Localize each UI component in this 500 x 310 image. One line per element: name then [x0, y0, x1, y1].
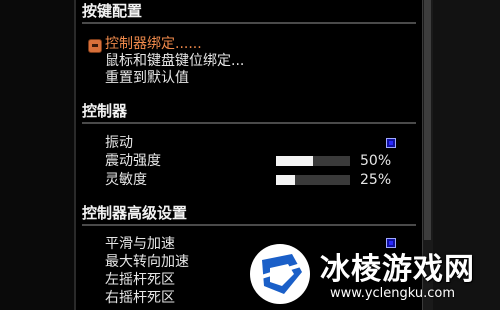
vibration-strength-fill	[276, 156, 313, 166]
section-header-controller: 控制器	[82, 100, 416, 124]
setting-label-sensitivity[interactable]: 灵敏度	[105, 171, 147, 189]
sensitivity-value: 25%	[360, 172, 392, 188]
menu-item-controller-binding[interactable]: 控制器绑定......	[105, 35, 202, 53]
setting-label-right-deadzone[interactable]: 右摇杆死区	[105, 289, 175, 307]
menu-item-reset-defaults[interactable]: 重置到默认值	[105, 69, 189, 87]
setting-label-smoothing[interactable]: 平滑与加速	[105, 235, 175, 253]
setting-label-vibration[interactable]: 振动	[105, 134, 133, 152]
scrollbar-thumb[interactable]	[424, 0, 431, 240]
watermark-logo-icon	[250, 244, 310, 304]
section-header-advanced: 控制器高级设置	[82, 202, 416, 226]
sensitivity-slider[interactable]	[276, 175, 350, 185]
vibration-toggle[interactable]	[386, 138, 396, 148]
watermark-title: 冰棱游戏网	[320, 252, 475, 287]
section-header-keybind: 按键配置	[82, 0, 416, 24]
sensitivity-fill	[276, 175, 295, 185]
vibration-strength-value: 50%	[360, 153, 392, 169]
setting-label-left-deadzone[interactable]: 左摇杆死区	[105, 271, 175, 289]
setting-label-max-turn-accel[interactable]: 最大转向加速	[105, 253, 189, 271]
watermark-url: www.yclengku.com	[330, 286, 456, 301]
menu-item-mouse-keyboard-binding[interactable]: 鼠标和键盘键位绑定...	[105, 52, 244, 70]
watermark: 冰棱游戏网 www.yclengku.com	[244, 238, 500, 310]
setting-label-vibration-strength[interactable]: 震动强度	[105, 152, 161, 170]
selection-marker-icon	[88, 39, 102, 53]
vibration-strength-slider[interactable]	[276, 156, 350, 166]
